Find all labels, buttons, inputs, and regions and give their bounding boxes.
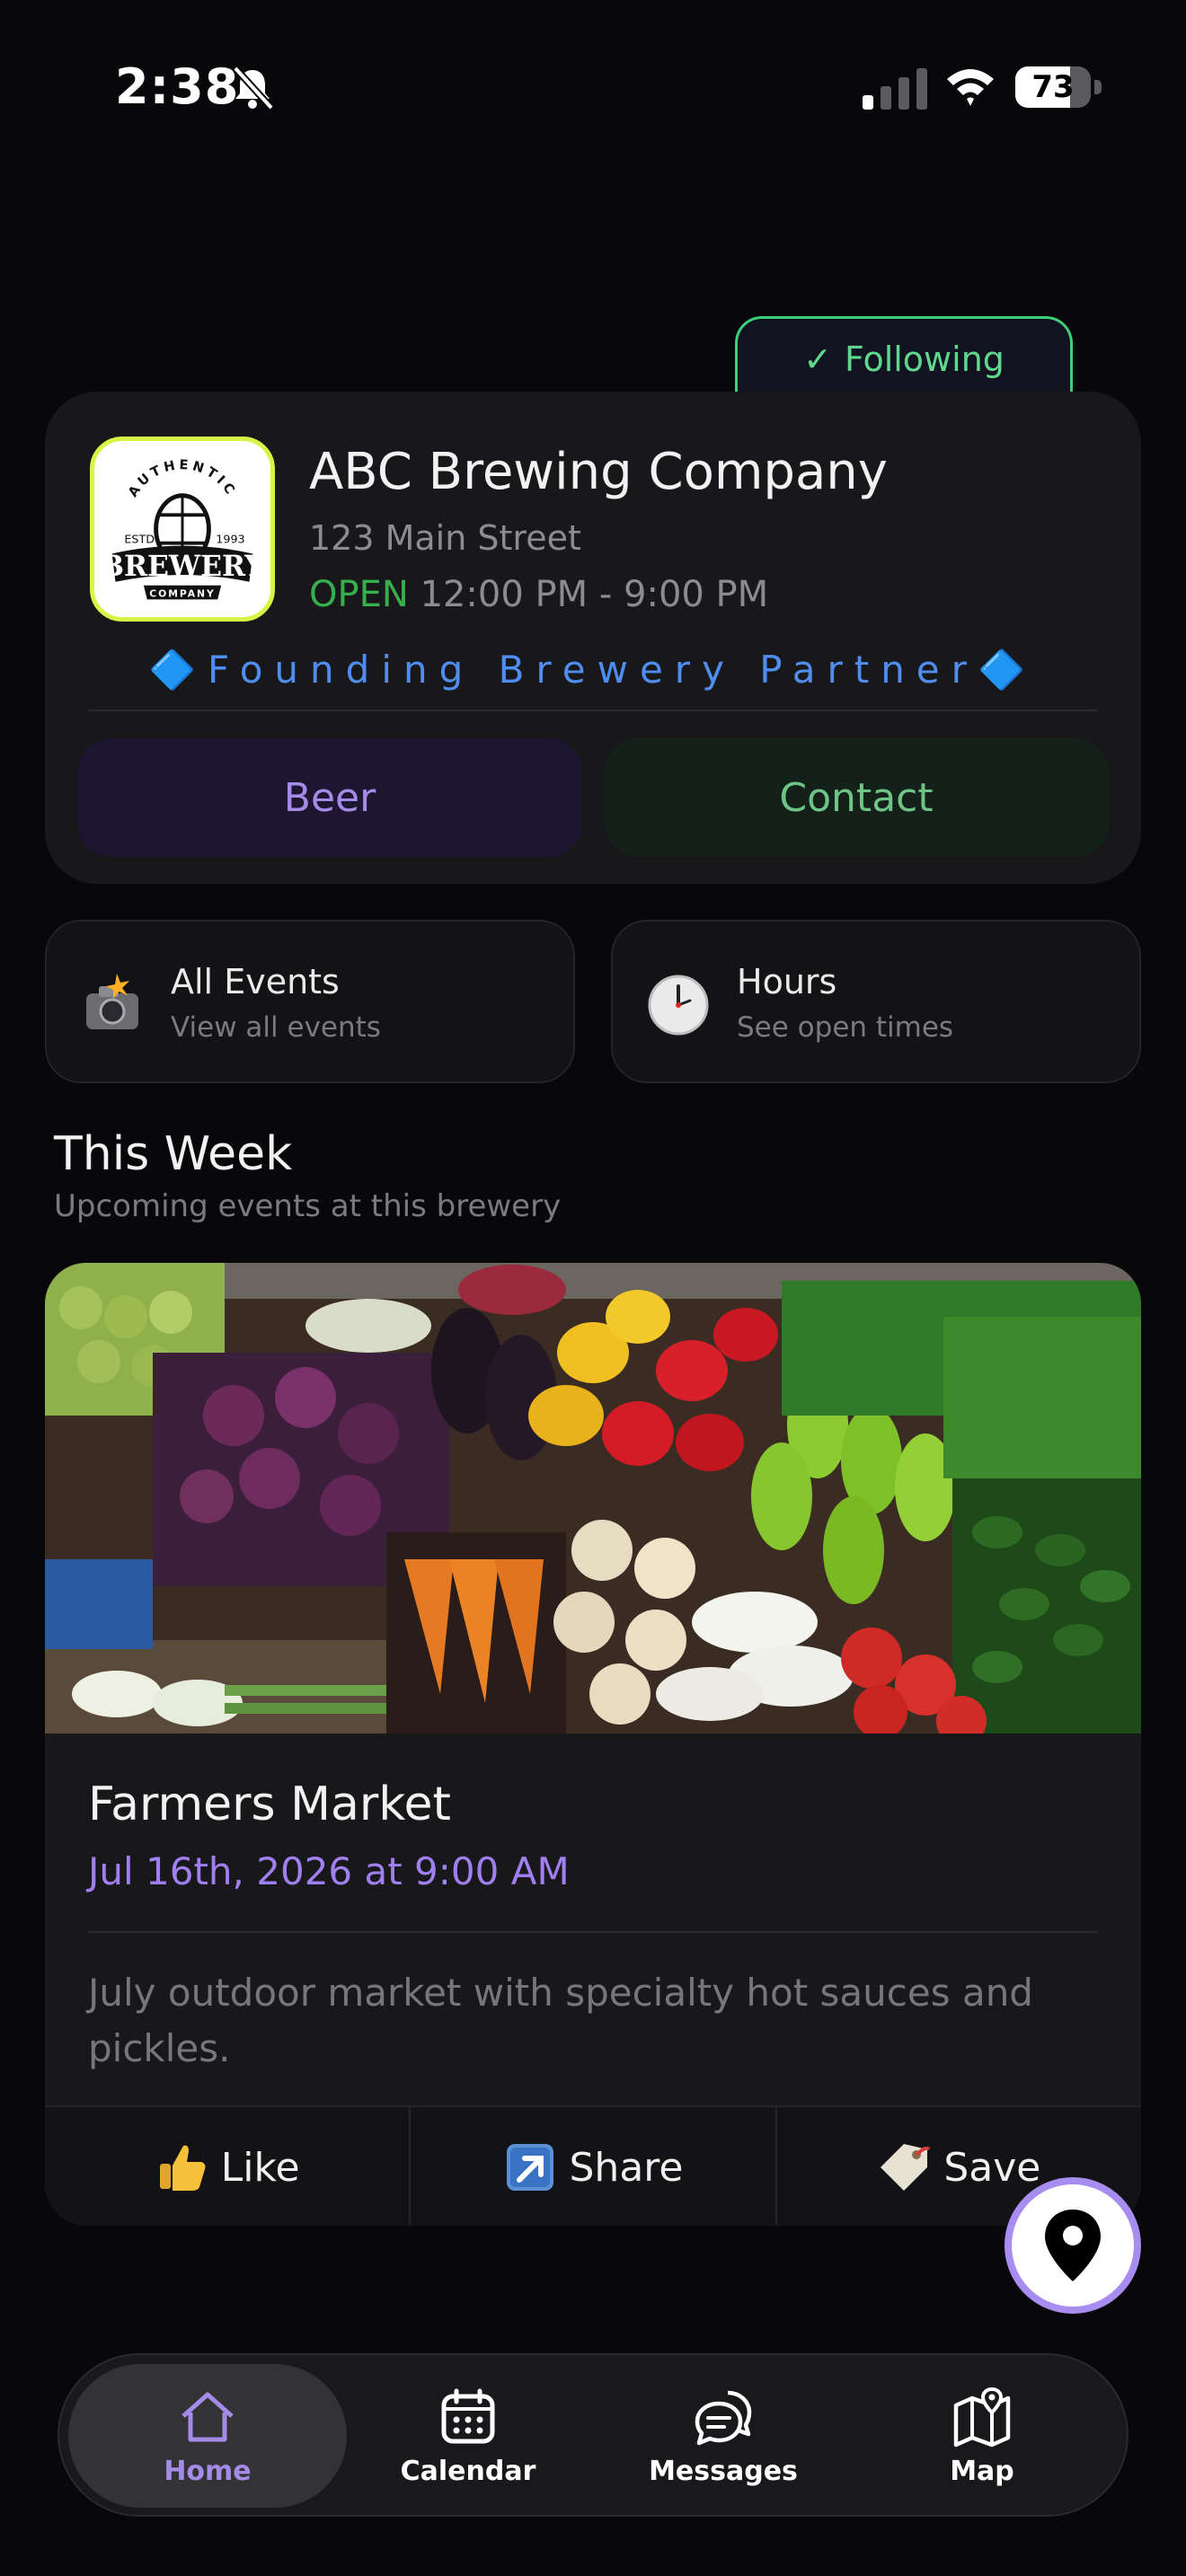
- following-button[interactable]: ✓ Following: [735, 316, 1073, 399]
- event-description: July outdoor market with specialty hot s…: [88, 1971, 1033, 2070]
- all-events-title: All Events: [171, 962, 340, 1001]
- calendar-icon: [441, 2388, 495, 2443]
- home-icon: [181, 2392, 234, 2441]
- share-arrow-icon: [506, 2144, 553, 2191]
- partner-badge: 🔷Founding Brewery Partner🔷: [148, 648, 1038, 692]
- tab-messages[interactable]: Messages: [584, 2364, 863, 2508]
- divider: [88, 710, 1098, 711]
- divider: [88, 1931, 1098, 1933]
- beer-button[interactable]: Beer: [77, 738, 582, 857]
- svg-text:COMPANY: COMPANY: [149, 587, 216, 599]
- map-pin-icon: [1045, 2210, 1101, 2281]
- brewery-name: ABC Brewing Company: [309, 443, 888, 501]
- brewery-address: 123 Main Street: [309, 518, 581, 558]
- battery-level: 73: [1031, 69, 1075, 105]
- camera-flash-icon: [86, 974, 138, 1029]
- status-time: 2:38: [115, 58, 240, 115]
- messages-icon: [695, 2390, 752, 2445]
- hours-tile[interactable]: Hours See open times: [611, 920, 1141, 1083]
- event-actions: Like Share Save: [45, 2105, 1141, 2226]
- all-events-tile[interactable]: All Events View all events: [45, 920, 575, 1083]
- tab-messages-label: Messages: [649, 2455, 798, 2487]
- tab-map-label: Map: [950, 2455, 1014, 2487]
- check-icon: ✓: [803, 339, 832, 379]
- event-card[interactable]: Farmers Market Jul 16th, 2026 at 9:00 AM…: [45, 1263, 1141, 2226]
- bookmark-tag-icon: [881, 2144, 931, 2191]
- share-button[interactable]: Share: [409, 2107, 774, 2226]
- event-image: [45, 1263, 1141, 1734]
- tab-map[interactable]: Map: [843, 2364, 1121, 2508]
- tab-calendar[interactable]: Calendar: [329, 2364, 607, 2508]
- hours-range: 12:00 PM - 9:00 PM: [420, 574, 769, 615]
- map-pin-fab[interactable]: [1005, 2177, 1141, 2314]
- svg-text:1993: 1993: [216, 534, 244, 547]
- tab-bar: Home Calendar Messages Map: [58, 2353, 1128, 2517]
- brewery-logo: AUTHENTIC ESTD 1993 BREWERY COMPANY: [90, 437, 275, 622]
- section-title: This Week: [54, 1127, 293, 1181]
- cellular-signal-icon: [863, 68, 927, 110]
- svg-text:BREWERY: BREWERY: [100, 551, 265, 583]
- hours-subtitle: See open times: [737, 1011, 954, 1044]
- clock-icon: [648, 975, 709, 1036]
- hours-title: Hours: [737, 962, 837, 1001]
- wifi-icon: [947, 69, 994, 106]
- following-label: Following: [844, 339, 1005, 379]
- tab-home-label: Home: [164, 2455, 252, 2487]
- tab-home[interactable]: Home: [68, 2364, 347, 2508]
- tab-calendar-label: Calendar: [400, 2455, 536, 2487]
- battery-indicator: 73: [1015, 66, 1102, 108]
- brewery-hours: OPEN 12:00 PM - 9:00 PM: [309, 569, 768, 620]
- map-icon: [953, 2386, 1011, 2447]
- thumbs-up-icon: [159, 2145, 206, 2191]
- all-events-subtitle: View all events: [171, 1011, 381, 1044]
- event-title: Farmers Market: [88, 1778, 451, 1831]
- like-label: Like: [220, 2144, 300, 2191]
- save-label: Save: [943, 2144, 1041, 2191]
- svg-text:ESTD: ESTD: [124, 534, 155, 547]
- share-label: Share: [569, 2144, 684, 2191]
- like-button[interactable]: Like: [45, 2107, 409, 2226]
- event-date: Jul 16th, 2026 at 9:00 AM: [88, 1849, 570, 1893]
- section-subtitle: Upcoming events at this brewery: [54, 1188, 562, 1224]
- bell-slash-icon: [233, 66, 274, 110]
- open-status: OPEN: [309, 574, 409, 615]
- contact-button[interactable]: Contact: [604, 738, 1109, 857]
